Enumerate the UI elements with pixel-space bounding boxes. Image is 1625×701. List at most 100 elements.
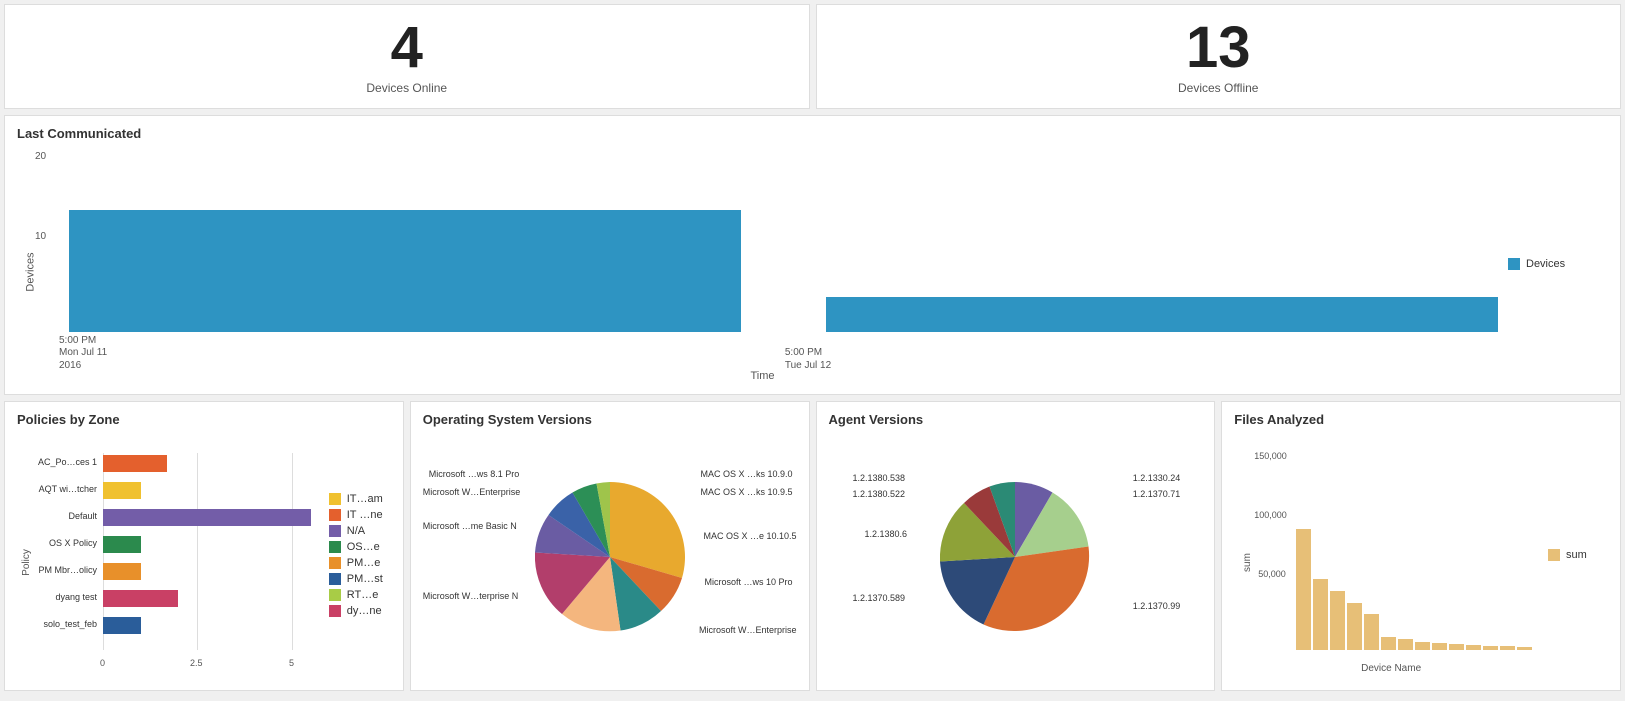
os-label: Microsoft W…Enterprise bbox=[699, 625, 797, 635]
swatch bbox=[329, 605, 341, 617]
pbz-bar-4[interactable] bbox=[103, 563, 141, 580]
fa-bar[interactable] bbox=[1330, 591, 1345, 650]
os-pie-labels: Microsoft …ws 8.1 Pro Microsoft W…Enterp… bbox=[423, 433, 797, 680]
swatch bbox=[329, 589, 341, 601]
av-label: 1.2.1330.24 bbox=[1133, 473, 1181, 483]
pbz-legend-4[interactable]: PM…e bbox=[329, 557, 391, 569]
os-label: MAC OS X …e 10.10.5 bbox=[703, 531, 796, 541]
pbz-bar-6[interactable] bbox=[103, 617, 141, 634]
swatch bbox=[329, 557, 341, 569]
swatch bbox=[329, 541, 341, 553]
av-label: 1.2.1380.6 bbox=[865, 529, 908, 539]
fa-y-tick: 100,000 bbox=[1254, 510, 1287, 520]
pbz-x-tick-2: 5 bbox=[289, 658, 294, 668]
pbz-bar-2[interactable] bbox=[103, 509, 311, 526]
fa-bar[interactable] bbox=[1398, 639, 1413, 650]
top-stats-row: 4 Devices Online 13 Devices Offline bbox=[4, 4, 1621, 109]
pbz-title: Policies by Zone bbox=[17, 412, 391, 427]
fa-bar[interactable] bbox=[1432, 643, 1447, 650]
pbz-legend-0[interactable]: IT…am bbox=[329, 493, 391, 505]
os-label: Microsoft …ws 8.1 Pro bbox=[429, 469, 520, 479]
swatch bbox=[329, 493, 341, 505]
os-label: MAC OS X …ks 10.9.0 bbox=[700, 469, 792, 479]
devices-online-value: 4 bbox=[391, 19, 423, 77]
swatch bbox=[329, 509, 341, 521]
lc-bar-1[interactable] bbox=[69, 210, 741, 333]
pbz-x-tick-1: 2.5 bbox=[190, 658, 203, 668]
fa-y-title: sum bbox=[1242, 553, 1253, 572]
fa-bar[interactable] bbox=[1483, 646, 1498, 650]
os-label: MAC OS X …ks 10.9.5 bbox=[700, 487, 792, 497]
pbz-legend-5[interactable]: PM…st bbox=[329, 573, 391, 585]
fa-bar[interactable] bbox=[1364, 614, 1379, 650]
pbz-bar-1[interactable] bbox=[103, 482, 141, 499]
agent-versions-panel: Agent Versions 1.2.1380.538 1.2.1 bbox=[816, 401, 1216, 691]
pbz-legend-2[interactable]: N/A bbox=[329, 525, 391, 537]
last-communicated-title: Last Communicated bbox=[17, 126, 1608, 141]
lc-x-tick-2: 5:00 PM Tue Jul 12 bbox=[785, 347, 831, 372]
fa-bar[interactable] bbox=[1517, 647, 1532, 650]
fa-legend-swatch bbox=[1548, 549, 1560, 561]
fa-bar[interactable] bbox=[1466, 645, 1481, 650]
lc-legend-swatch bbox=[1508, 258, 1520, 270]
lc-legend: Devices bbox=[1508, 147, 1608, 384]
lc-x-tick-1: 5:00 PM Mon Jul 11 2016 bbox=[59, 335, 107, 373]
pbz-cat-3: OS X Policy bbox=[17, 538, 97, 548]
devices-online-label: Devices Online bbox=[366, 81, 447, 95]
pbz-grid-2_5 bbox=[197, 453, 198, 650]
pbz-cat-2: Default bbox=[17, 511, 97, 521]
av-pie-wrap[interactable]: 1.2.1380.538 1.2.1380.522 1.2.1380.6 1.2… bbox=[829, 433, 1203, 680]
pbz-chart[interactable]: Policy AC_Po…ces 1 AQT wi…tcher Default … bbox=[17, 433, 329, 680]
devices-offline-card[interactable]: 13 Devices Offline bbox=[816, 4, 1622, 109]
av-title: Agent Versions bbox=[829, 412, 1203, 427]
fa-bar[interactable] bbox=[1381, 637, 1396, 650]
lc-legend-item[interactable]: Devices bbox=[1508, 258, 1565, 270]
os-title: Operating System Versions bbox=[423, 412, 797, 427]
av-pie-labels: 1.2.1380.538 1.2.1380.522 1.2.1380.6 1.2… bbox=[829, 433, 1203, 680]
fa-chart[interactable]: sum Device Name 50,000 100,000 150,000 bbox=[1234, 433, 1548, 680]
os-label: Microsoft …ws 10 Pro bbox=[704, 577, 792, 587]
last-communicated-chart[interactable]: Devices Time 10 20 5:00 PM Mon Jul 11 20… bbox=[17, 147, 1508, 384]
pbz-legend-6[interactable]: RT…e bbox=[329, 589, 391, 601]
devices-offline-value: 13 bbox=[1186, 19, 1251, 77]
pbz-legend-7[interactable]: dy…ne bbox=[329, 605, 391, 617]
pbz-cat-4: PM Mbr…olicy bbox=[17, 565, 97, 575]
swatch bbox=[329, 525, 341, 537]
lc-bar-2[interactable] bbox=[826, 297, 1498, 332]
pbz-bar-5[interactable] bbox=[103, 590, 178, 607]
os-pie-wrap[interactable]: Microsoft …ws 8.1 Pro Microsoft W…Enterp… bbox=[423, 433, 797, 680]
os-versions-panel: Operating System Versions bbox=[410, 401, 810, 691]
fa-bar[interactable] bbox=[1449, 644, 1464, 650]
policies-by-zone-panel: Policies by Zone Policy AC_Po…ces 1 AQT … bbox=[4, 401, 404, 691]
fa-bar[interactable] bbox=[1313, 579, 1328, 650]
devices-online-card[interactable]: 4 Devices Online bbox=[4, 4, 810, 109]
pbz-x-tick-0: 0 bbox=[100, 658, 105, 668]
av-label: 1.2.1370.589 bbox=[853, 593, 906, 603]
pbz-bar-0[interactable] bbox=[103, 455, 167, 472]
fa-legend-item[interactable]: sum bbox=[1548, 549, 1587, 561]
fa-bar[interactable] bbox=[1500, 646, 1515, 650]
lc-y-tick-20: 20 bbox=[35, 151, 46, 164]
pbz-cat-5: dyang test bbox=[17, 592, 97, 602]
fa-legend-label: sum bbox=[1566, 549, 1587, 561]
os-label: Microsoft W…terprise N bbox=[423, 591, 519, 601]
files-analyzed-panel: Files Analyzed sum Device Name 50,000 10… bbox=[1221, 401, 1621, 691]
devices-offline-label: Devices Offline bbox=[1178, 81, 1258, 95]
pbz-legend-3[interactable]: OS…e bbox=[329, 541, 391, 553]
fa-bar[interactable] bbox=[1347, 603, 1362, 650]
fa-y-tick: 150,000 bbox=[1254, 451, 1287, 461]
os-label: Microsoft W…Enterprise bbox=[423, 487, 521, 497]
os-label: Microsoft …me Basic N bbox=[423, 521, 517, 531]
fa-legend: sum bbox=[1548, 433, 1608, 680]
pbz-bar-3[interactable] bbox=[103, 536, 141, 553]
lc-y-tick-10: 10 bbox=[35, 231, 46, 244]
bottom-row: Policies by Zone Policy AC_Po…ces 1 AQT … bbox=[4, 401, 1621, 691]
av-label: 1.2.1380.538 bbox=[853, 473, 906, 483]
lc-legend-label: Devices bbox=[1526, 258, 1565, 270]
lc-x-axis-title: Time bbox=[750, 370, 774, 382]
pbz-legend-1[interactable]: IT …ne bbox=[329, 509, 391, 521]
av-label: 1.2.1370.99 bbox=[1133, 601, 1181, 611]
fa-bar[interactable] bbox=[1296, 529, 1311, 650]
fa-bar[interactable] bbox=[1415, 642, 1430, 650]
pbz-grid-5 bbox=[292, 453, 293, 650]
